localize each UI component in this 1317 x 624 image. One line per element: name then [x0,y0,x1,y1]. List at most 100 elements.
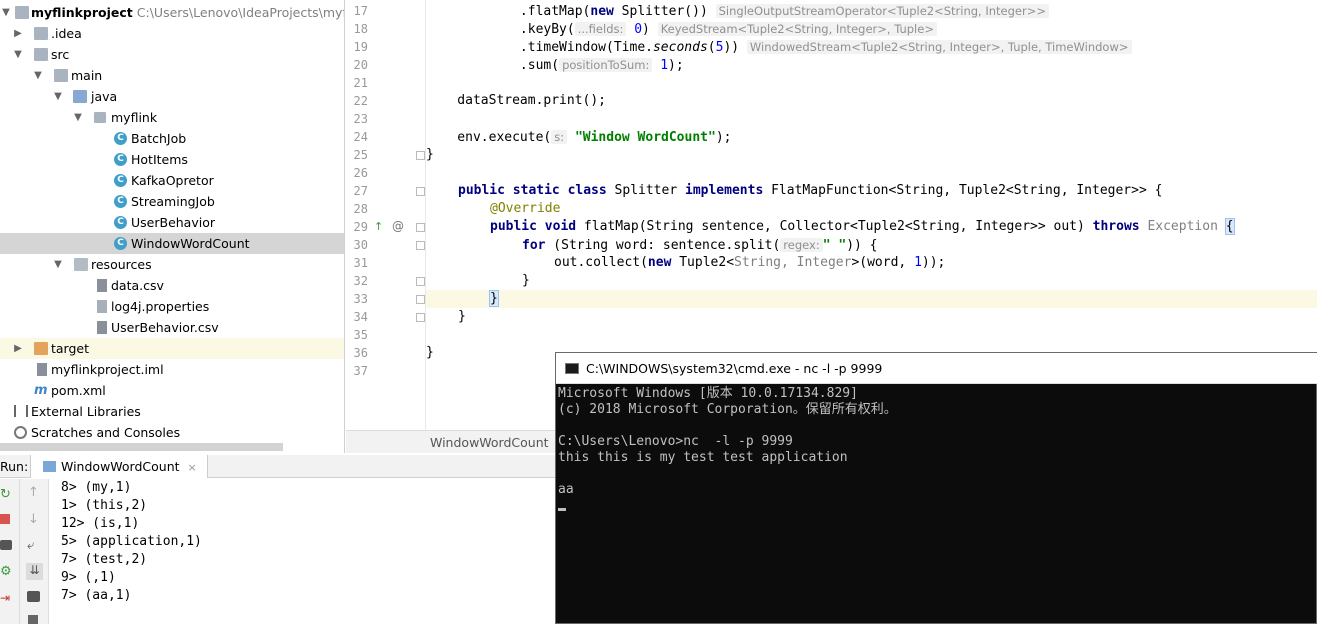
line-number: 34 [353,310,368,324]
annotation-at-icon[interactable]: @ [392,219,404,233]
tree-item-resources[interactable]: ▼ resources [0,254,344,275]
tree-item-target[interactable]: ▶ target [0,338,344,359]
line-number: 35 [353,328,368,342]
tree-item-pom[interactable]: m pom.xml [0,380,344,401]
chevron-down-icon[interactable]: ▼ [12,44,24,65]
project-path: C:\Users\Lenovo\IdeaProjects\myflink [136,5,344,20]
code-line-36: } [426,345,434,360]
cmd-title-bar[interactable]: C:\WINDOWS\system32\cmd.exe - nc -l -p 9… [556,353,1317,384]
tree-item-java[interactable]: ▼ java [0,86,344,107]
chevron-down-icon[interactable]: ▼ [72,107,84,128]
line-number: 24 [353,130,368,144]
project-tool-window: ▼ myflinkproject C:\Users\Lenovo\IdeaPro… [0,0,345,453]
code-line-19: .timeWindow(Time.seconds(5)) WindowedStr… [426,38,1132,56]
cmd-line: aa [558,482,574,497]
fold-marker-icon[interactable] [416,295,425,304]
close-icon[interactable]: × [188,461,197,474]
tree-label: myflinkproject.iml [51,362,164,377]
tree-item-iml[interactable]: myflinkproject.iml [0,359,344,380]
console-output[interactable]: 8> (my,1) 1> (this,2) 12> (is,1) 5> (app… [49,479,555,624]
tree-item-scratches[interactable]: Scratches and Consoles [0,422,344,443]
stop-icon[interactable] [0,514,10,524]
chevron-down-icon[interactable]: ▼ [32,65,44,86]
type-hint: SingleOutputStreamOperator<Tuple2<String… [715,4,1049,18]
code-line-20: .sum(positionToSum: 1); [426,58,684,73]
scroll-to-end-icon[interactable]: ⇊ [26,563,43,580]
tree-item-main[interactable]: ▼ main [0,65,344,86]
maven-icon: m [34,383,48,398]
tree-item-log4j-properties[interactable]: log4j.properties [0,296,344,317]
print-icon[interactable] [27,591,40,602]
fold-marker-icon[interactable] [416,313,425,322]
rerun-icon[interactable]: ↻ [0,487,14,502]
line-number: 37 [353,364,368,378]
cmd-line: C:\Users\Lenovo>nc -l -p 9999 [558,434,793,449]
code-line-17: .flatMap(new Splitter()) SingleOutputStr… [426,2,1049,20]
folder-icon [34,27,48,40]
tree-item-hotitems[interactable]: C HotItems [0,149,344,170]
package-icon [94,112,106,123]
trash-icon[interactable] [28,615,38,624]
chevron-down-icon[interactable]: ▼ [52,86,64,107]
tree-label: log4j.properties [111,299,210,314]
tree-item-external-libraries[interactable]: External Libraries [0,401,344,422]
exit-icon[interactable]: ⇥ [0,591,14,605]
chevron-right-icon[interactable]: ▶ [12,338,24,359]
param-hint: positionToSum: [559,58,653,72]
fold-marker-icon[interactable] [416,223,425,232]
fold-marker-icon[interactable] [416,241,425,250]
cmd-line: this this is my test test application [558,450,848,465]
tree-item-data-csv[interactable]: data.csv [0,275,344,296]
tree-item-kafkaopretor[interactable]: C KafkaOpretor [0,170,344,191]
tree-label: main [71,68,103,83]
module-file-icon [37,363,47,376]
line-number: 29 [353,220,368,234]
soft-wrap-icon[interactable]: ⤶ [27,538,41,553]
chevron-down-icon[interactable]: ▼ [0,2,12,23]
arrow-up-icon[interactable]: ↑ [28,485,42,500]
param-hint: regex: [780,238,823,252]
fold-marker-icon[interactable] [416,187,425,196]
code-line-27: public static class Splitter implements … [458,183,1163,198]
tree-item-userbehavior-csv[interactable]: UserBehavior.csv [0,317,344,338]
file-icon [97,279,107,292]
console-line: 7> (aa,1) [61,588,132,603]
tree-item-myflink[interactable]: ▼ myflink [0,107,344,128]
cmd-window[interactable]: C:\WINDOWS\system32\cmd.exe - nc -l -p 9… [555,352,1317,624]
class-icon: C [114,174,127,187]
code-line-31: out.collect(new Tuple2<String, Integer>(… [554,255,946,270]
folder-icon [34,48,48,61]
horizontal-scrollbar[interactable] [0,443,283,451]
fold-marker-icon[interactable] [416,277,425,286]
override-up-icon[interactable]: ↑ [374,220,383,233]
line-number: 31 [353,256,368,270]
arrow-down-icon[interactable]: ↓ [28,512,42,527]
file-icon [97,321,107,334]
line-number: 27 [353,184,368,198]
tree-item-userbehavior[interactable]: C UserBehavior [0,212,344,233]
param-hint: ...fields: [574,22,627,36]
type-hint: KeyedStream<Tuple2<String, Integer>, Tup… [657,22,937,36]
class-icon: C [114,153,127,166]
chevron-down-icon[interactable]: ▼ [52,254,64,275]
tree-label: BatchJob [131,131,187,146]
tree-item-idea[interactable]: ▶ .idea [0,23,344,44]
folder-icon [54,69,68,82]
class-icon: C [114,195,127,208]
tree-item-streamingjob[interactable]: C StreamingJob [0,191,344,212]
tree-item-project-root[interactable]: ▼ myflinkproject C:\Users\Lenovo\IdeaPro… [0,2,344,23]
tree-label: data.csv [111,278,164,293]
chevron-right-icon[interactable]: ▶ [12,23,24,44]
camera-icon[interactable] [0,540,12,550]
tree-item-windowwordcount[interactable]: C WindowWordCount [0,233,344,254]
fold-marker-icon[interactable] [416,151,425,160]
tree-item-batchjob[interactable]: C BatchJob [0,128,344,149]
run-label: Run: [0,459,29,474]
run-tool-window-header: Run: WindowWordCount × [0,455,555,478]
line-number: 21 [353,76,368,90]
editor-breadcrumb[interactable]: WindowWordCount [430,435,549,450]
settings-icon[interactable]: ⚙ [0,564,14,579]
console-icon [565,363,579,374]
tree-item-src[interactable]: ▼ src [0,44,344,65]
run-tab-windowwordcount[interactable]: WindowWordCount × [30,455,208,478]
